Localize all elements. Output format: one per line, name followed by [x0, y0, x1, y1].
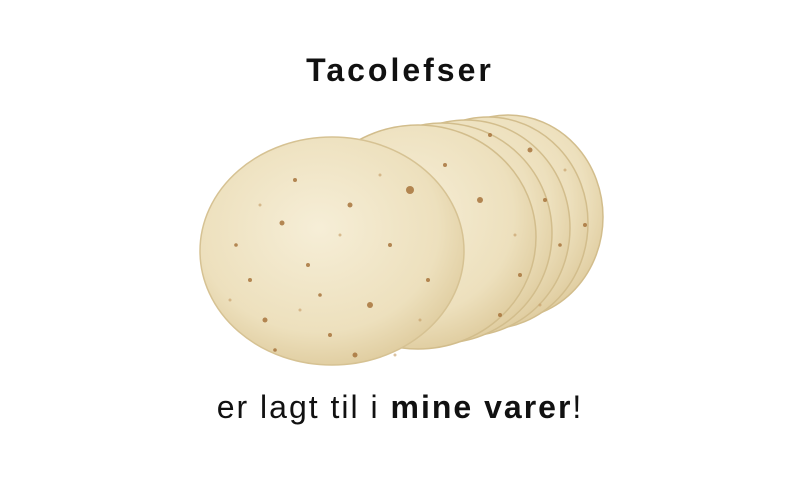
product-title: Tacolefser	[306, 52, 494, 88]
my-items-link[interactable]: mine varer	[391, 389, 573, 425]
message-prefix: er lagt til i	[216, 389, 391, 425]
tortilla-stack-icon	[199, 114, 604, 366]
add-to-list-confirmation: Tacolefser er lagt til i mine varer!	[0, 0, 800, 480]
message-suffix: !	[572, 389, 584, 425]
added-to-list-message: er lagt til i mine varer!	[0, 389, 800, 426]
